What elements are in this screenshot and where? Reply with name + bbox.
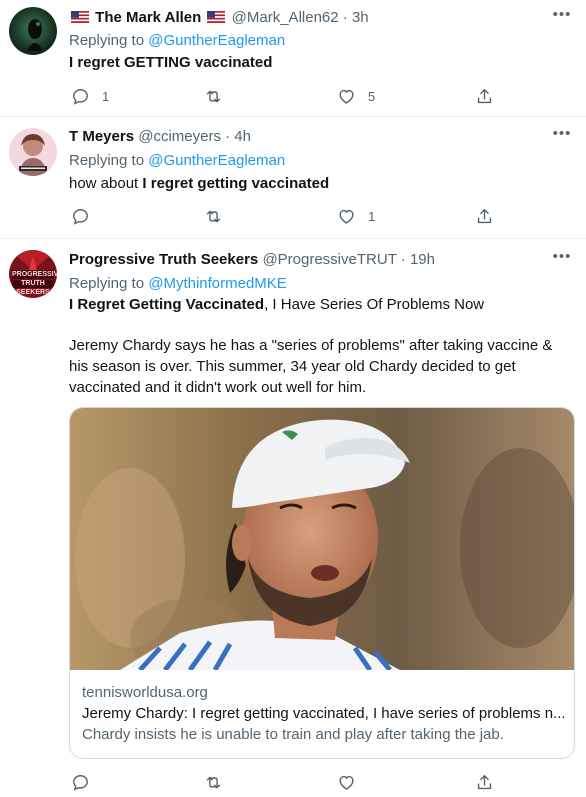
tweet-text-bold: I regret GETTING vaccinated	[69, 54, 273, 71]
article-photo	[70, 408, 574, 670]
share-button[interactable]	[475, 772, 494, 792]
display-name[interactable]: The Mark Allen	[95, 9, 201, 26]
timestamp[interactable]: 19h	[410, 251, 435, 268]
display-name[interactable]: Progressive Truth Seekers	[69, 251, 258, 268]
like-button[interactable]: 1	[337, 206, 375, 226]
more-horizontal-icon[interactable]: •••	[552, 7, 572, 28]
tweet-text: I Regret Getting Vaccinated, I Have Seri…	[69, 295, 569, 315]
timestamp[interactable]: 3h	[352, 9, 369, 26]
like-count: 1	[368, 208, 376, 224]
heart-icon	[339, 89, 354, 104]
avatar[interactable]: PROGRESSIVE TRUTH SEEKERS	[9, 250, 57, 298]
heart-icon	[339, 209, 354, 224]
share-button[interactable]	[475, 206, 494, 226]
tweet-body: Jeremy Chardy says he has a "series of p…	[69, 337, 553, 396]
timestamp[interactable]: 4h	[234, 128, 251, 145]
reply-count: 1	[102, 88, 110, 104]
retweet-icon	[206, 210, 221, 222]
like-button[interactable]	[337, 772, 356, 792]
us-flag-icon	[71, 11, 89, 23]
replying-to-label: Replying to	[69, 275, 149, 292]
share-icon	[477, 208, 492, 223]
user-handle[interactable]: @ccimeyers	[138, 128, 221, 145]
tweet[interactable]: T Meyers @ccimeyers · 4h ••• Replying to…	[0, 116, 586, 237]
replying-to: Replying to @GuntherEagleman	[69, 31, 285, 51]
retweet-icon	[206, 776, 221, 788]
display-name[interactable]: T Meyers	[69, 128, 134, 145]
tweet-text-bold: I regret getting vaccinated	[142, 175, 330, 192]
reply-icon	[73, 774, 88, 791]
share-icon	[477, 774, 492, 789]
tweet-text-plain: , I Have Series Of Problems Now	[264, 296, 485, 313]
link-domain: tennisworldusa.org	[82, 684, 208, 701]
avatar[interactable]	[9, 128, 57, 176]
share-button[interactable]	[475, 86, 494, 106]
retweet-button[interactable]	[204, 86, 235, 106]
separator-dot: ·	[396, 251, 410, 268]
mention-link[interactable]: @MythinformedMKE	[148, 275, 287, 292]
retweet-button[interactable]	[204, 772, 223, 792]
tweet-text: I regret GETTING vaccinated	[69, 53, 569, 73]
tweet-text-bold: I Regret Getting Vaccinated	[69, 296, 265, 313]
separator-dot: ·	[338, 9, 352, 26]
action-bar: 1 5	[69, 86, 499, 106]
tweet-header: The Mark Allen @Mark_Allen62 · 3h	[69, 8, 369, 28]
link-title: Jeremy Chardy: I regret getting vaccinat…	[82, 705, 564, 722]
reply-button[interactable]	[71, 772, 90, 792]
mention-link[interactable]: @GuntherEagleman	[148, 32, 285, 49]
replying-to-label: Replying to	[69, 152, 149, 169]
avatar[interactable]	[9, 7, 57, 55]
user-handle[interactable]: @Mark_Allen62	[232, 9, 339, 26]
reply-icon	[73, 88, 88, 105]
action-bar	[69, 772, 499, 792]
heart-icon	[339, 775, 354, 790]
tweet[interactable]: PROGRESSIVE TRUTH SEEKERS Progressive Tr…	[0, 238, 586, 797]
like-count: 5	[368, 88, 376, 104]
replying-to: Replying to @MythinformedMKE	[69, 274, 287, 294]
tweet-text-plain: how about	[69, 175, 143, 192]
reply-button[interactable]	[71, 206, 102, 226]
tweet[interactable]: The Mark Allen @Mark_Allen62 · 3h ••• Re…	[0, 0, 586, 115]
replying-to-label: Replying to	[69, 32, 149, 49]
more-horizontal-icon[interactable]: •••	[552, 249, 572, 270]
link-card-meta: tennisworldusa.org Jeremy Chardy: I regr…	[82, 682, 564, 745]
link-description: Chardy insists he is unable to train and…	[82, 726, 504, 743]
link-card[interactable]: tennisworldusa.org Jeremy Chardy: I regr…	[69, 407, 575, 759]
replying-to: Replying to @GuntherEagleman	[69, 151, 285, 171]
tweet-text: how about I regret getting vaccinated	[69, 174, 569, 194]
retweet-icon	[206, 90, 221, 102]
avatar-badge-text: PROGRESSIVE TRUTH SEEKERS	[12, 271, 57, 296]
us-flag-icon	[207, 11, 226, 23]
action-bar: 1	[69, 206, 499, 226]
mention-link[interactable]: @GuntherEagleman	[148, 152, 285, 169]
more-horizontal-icon[interactable]: •••	[552, 126, 572, 147]
like-button[interactable]: 5	[337, 86, 375, 106]
share-icon	[477, 88, 492, 103]
reply-button[interactable]: 1	[71, 86, 109, 106]
reply-icon	[73, 208, 88, 225]
retweet-button[interactable]	[204, 206, 235, 226]
tweet-header: T Meyers @ccimeyers · 4h	[69, 127, 251, 147]
user-handle[interactable]: @ProgressiveTRUT	[262, 251, 396, 268]
separator-dot: ·	[220, 128, 235, 145]
tweet-header: Progressive Truth Seekers @ProgressiveTR…	[69, 250, 435, 270]
